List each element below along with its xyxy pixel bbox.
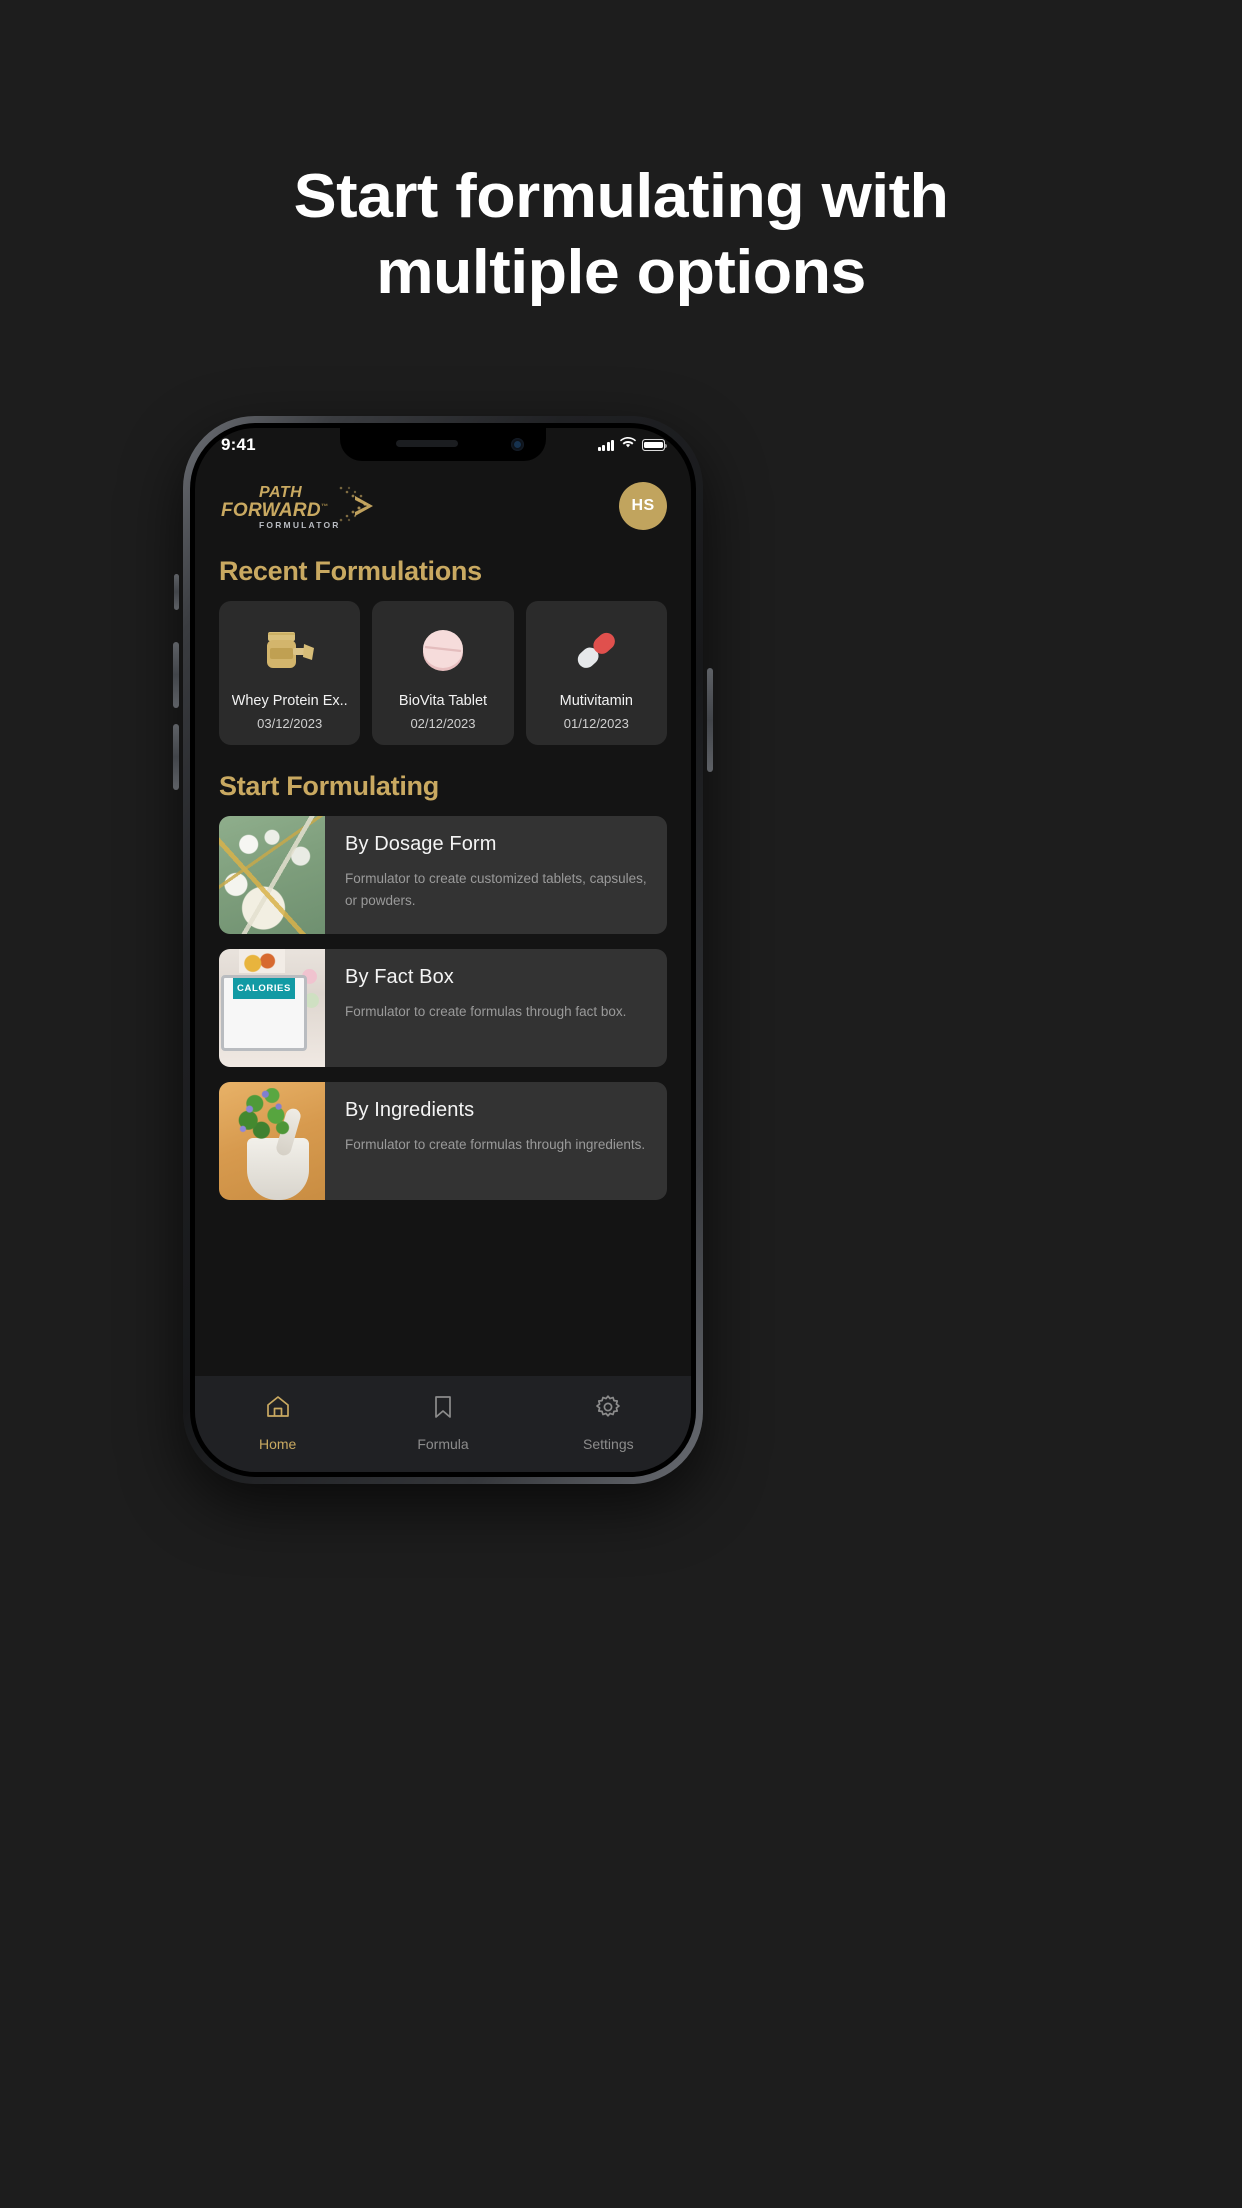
recent-card-date: 03/12/2023 — [257, 716, 323, 731]
recent-formulations-title: Recent Formulations — [219, 556, 482, 586]
option-card-description: Formulator to create formulas through in… — [345, 1137, 646, 1152]
option-card-title: By Fact Box — [345, 966, 454, 988]
brand-trademark: ™ — [320, 503, 329, 511]
page-title-line-1: Start formulating with — [293, 162, 949, 231]
volume-down-button[interactable] — [173, 724, 179, 790]
cellular-signal-icon — [597, 439, 614, 451]
option-card-description: Formulator to create customized tablets,… — [345, 871, 647, 908]
app-bar: PATH FORWARD™ FORMULATOR HS — [195, 474, 691, 530]
battery-icon — [642, 439, 668, 451]
recent-card-date: 02/12/2023 — [410, 716, 476, 731]
recent-card-multivitamin[interactable]: Mutivitamin 01/12/2023 — [525, 601, 667, 745]
earpiece-speaker-icon — [396, 440, 458, 447]
brand-logo[interactable]: PATH FORWARD™ FORMULATOR — [219, 482, 387, 530]
avatar[interactable]: HS — [619, 482, 667, 530]
recent-card-biovita-tablet[interactable]: BioVita Tablet 02/12/2023 — [372, 601, 514, 745]
phone-bezel: 9:41 PATH FORWARD™ FORMULATOR HS Recent … — [190, 423, 696, 1477]
page-title: Start formulating with multiple options — [0, 166, 1242, 304]
tab-formula-label: Formula — [417, 1436, 469, 1452]
status-bar-indicators — [597, 436, 668, 454]
brand-logo-subtitle: FORMULATOR — [259, 520, 341, 530]
tab-settings[interactable]: Settings — [526, 1394, 690, 1452]
option-card-body: By Ingredients Formulator to create form… — [325, 1082, 667, 1200]
round-tablet-icon — [415, 619, 471, 681]
recent-card-date: 01/12/2023 — [563, 716, 629, 731]
option-card-title: By Dosage Form — [345, 833, 497, 855]
tab-settings-label: Settings — [583, 1436, 634, 1452]
bookmark-icon — [430, 1394, 456, 1425]
recent-card-name: Whey Protein Ex.. — [231, 693, 348, 709]
avatar-initials: HS — [631, 497, 655, 514]
wifi-icon — [620, 436, 636, 454]
option-card-description: Formulator to create formulas through fa… — [345, 1004, 627, 1019]
app-container: PATH FORWARD™ FORMULATOR HS Recent Formu… — [195, 428, 691, 1472]
app-scroll-area[interactable]: PATH FORWARD™ FORMULATOR HS Recent Formu… — [195, 474, 691, 1376]
option-card-body: By Dosage Form Formulator to create cust… — [325, 816, 667, 934]
home-icon — [265, 1394, 291, 1425]
recent-card-whey-protein[interactable]: Whey Protein Ex.. 03/12/2023 — [219, 601, 361, 745]
page-root: Start formulating with multiple options … — [0, 0, 1242, 2208]
power-button[interactable] — [707, 668, 713, 772]
tab-formula[interactable]: Formula — [361, 1394, 525, 1452]
bottom-tab-bar: Home Formula Settings — [195, 1376, 691, 1472]
calories-label: CALORIES — [233, 978, 295, 999]
option-card-by-ingredients[interactable]: By Ingredients Formulator to create form… — [219, 1082, 667, 1200]
gear-icon — [595, 1394, 621, 1425]
brand-logo-line-2: FORWARD™ — [221, 500, 329, 521]
pills-on-green-background-photo — [219, 816, 325, 934]
capsule-icon — [568, 619, 624, 681]
volume-up-button[interactable] — [173, 642, 179, 708]
mortar-pestle-herbs-photo — [219, 1082, 325, 1200]
status-bar-time: 9:41 — [221, 435, 256, 454]
front-camera-icon — [511, 438, 524, 451]
recent-formulations-list: Whey Protein Ex.. 03/12/2023 BioVita Tab… — [195, 601, 691, 745]
option-card-body: By Fact Box Formulator to create formula… — [325, 949, 667, 1067]
notch — [340, 428, 546, 461]
option-card-by-dosage-form[interactable]: By Dosage Form Formulator to create cust… — [219, 816, 667, 934]
start-formulating-list: By Dosage Form Formulator to create cust… — [195, 816, 691, 1200]
tab-home-label: Home — [258, 1436, 297, 1452]
start-formulating-title: Start Formulating — [219, 771, 439, 801]
phone-screen: 9:41 PATH FORWARD™ FORMULATOR HS Recent … — [195, 428, 691, 1472]
phone-mockup: 9:41 PATH FORWARD™ FORMULATOR HS Recent … — [173, 416, 713, 1484]
tab-home[interactable]: Home — [196, 1394, 360, 1452]
dotted-chevron-icon — [335, 482, 387, 530]
option-card-by-fact-box[interactable]: CALORIES By Fact Box Formulator to creat… — [219, 949, 667, 1067]
protein-jar-icon — [262, 619, 318, 681]
calories-tablet-app-photo: CALORIES — [219, 949, 325, 1067]
option-card-title: By Ingredients — [345, 1099, 475, 1121]
recent-card-name: Mutivitamin — [559, 693, 633, 709]
recent-card-name: BioVita Tablet — [398, 693, 488, 709]
mute-switch-button[interactable] — [174, 574, 179, 610]
page-title-line-2: multiple options — [376, 238, 866, 307]
